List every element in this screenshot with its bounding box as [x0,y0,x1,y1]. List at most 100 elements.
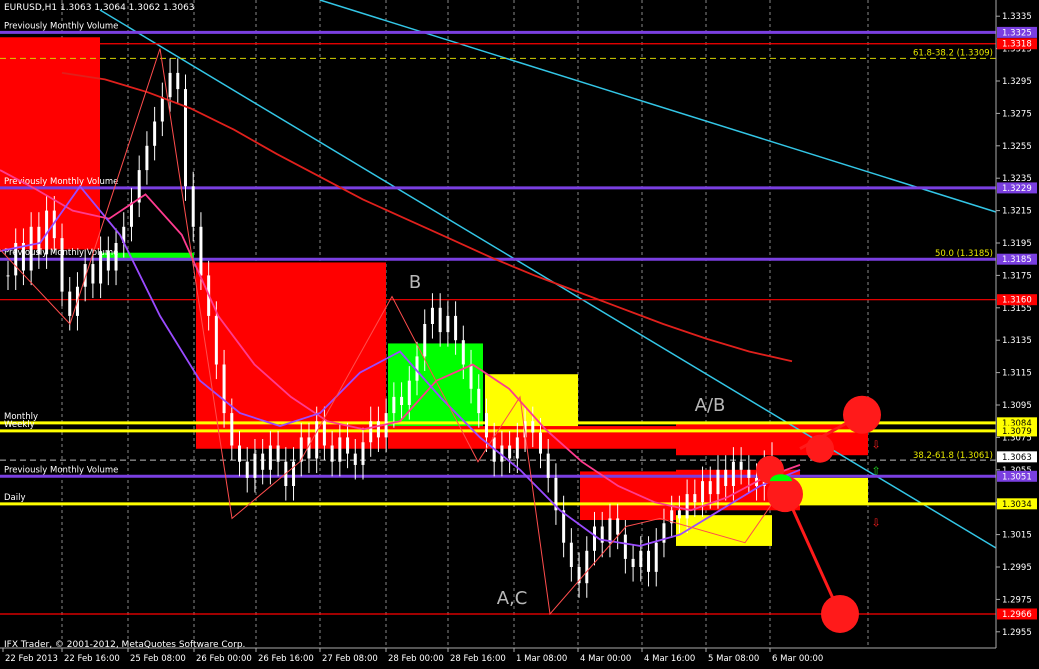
candle-body [469,364,473,389]
target-circle [821,594,859,633]
down-arrow-icon: ⇩ [871,517,880,530]
candle-body [338,437,342,462]
candle-body [199,226,203,276]
y-tick-label: 1.2955 [1002,628,1032,638]
candle-body [654,542,658,572]
candle-body [353,453,357,465]
price-level-label: Previously Monthly Volume [4,465,118,475]
candle-body [160,97,164,122]
candle-body [446,315,450,333]
price-chart[interactable]: 22 Feb 2013 22 Feb 16:00 25 Feb 08:00 26 Fe… [0,0,1039,669]
price-level-label: Previously Monthly Volume [4,21,118,31]
candle-body [222,364,226,414]
y-tick-label: 1.2975 [1002,595,1032,605]
y-tick-label: 1.3335 [1002,12,1032,22]
y-tick-label: 1.3095 [1002,401,1032,411]
candle-body [315,421,319,459]
x-tick-label: 1 Mar 08:00 [516,654,567,664]
y-tick-label: 1.3015 [1002,531,1032,541]
candle-body [747,469,751,478]
candle-body [739,461,743,470]
candle-body [238,445,242,462]
x-tick-label: 27 Feb 08:00 [322,654,378,664]
y-tick-label: 1.2995 [1002,563,1032,573]
candle-body [145,145,149,171]
candle-body [623,534,627,559]
up-arrow-icon: ⇧ [871,465,880,478]
candle-body [616,518,620,535]
x-tick-label: 22 Feb 16:00 [64,654,120,664]
zone-box [0,37,100,250]
candle-body [153,121,157,146]
candle-body [716,469,720,495]
price-tag-label: 1.2966 [1002,610,1032,620]
wave-label: A/B [695,395,726,416]
candle-body [99,251,103,284]
price-tag-label: 1.3185 [1002,255,1032,265]
candle-body [292,461,296,486]
price-tag-label: 1.3160 [1002,296,1032,306]
candle-body [268,445,272,470]
x-tick-label: 5 Mar 08:00 [708,654,759,664]
candle-body [6,275,10,277]
candle-body [531,421,535,433]
candle-body [430,307,434,324]
candle-body [423,324,427,357]
candle-body [106,251,110,271]
price-level-label: Weekly [4,420,35,430]
candle-body [129,202,133,227]
target-circle [806,434,834,463]
candle-body [724,469,728,486]
candle-body [369,421,373,443]
candle-body [454,315,458,341]
y-tick-label: 1.3255 [1002,142,1032,152]
x-tick-label: 28 Feb 16:00 [450,654,506,664]
candle-body [608,518,612,543]
chart-header: EURUSD,H1 1.3063 1.3064 1.3062 1.3063 [4,3,195,13]
candle-body [685,494,689,519]
candle-body [639,550,643,567]
candle-body [508,445,512,459]
candle-body [176,72,180,90]
target-circle [843,395,881,434]
candle-body [631,558,635,567]
candle-body [477,388,481,414]
candle-body [708,481,712,495]
candle-body [731,461,735,486]
candle-body [168,72,172,98]
price-tag-label: 1.3079 [1002,427,1032,437]
candle-body [585,550,589,584]
candle-body [647,550,651,572]
price-level-label: Daily [4,493,26,503]
candle-body [361,442,365,465]
candle-body [693,494,697,503]
x-tick-label: 25 Feb 08:00 [130,654,186,664]
candle-body [461,340,465,365]
zone-box [676,515,772,546]
x-tick-label: 4 Mar 16:00 [644,654,695,664]
candle-body [276,445,280,462]
x-tick-label: 6 Mar 00:00 [772,654,823,664]
candle-body [346,437,350,454]
candle-body [515,437,519,459]
current-price-label: 1.3063 [1002,453,1032,463]
candle-body [183,89,187,187]
y-tick-label: 1.3135 [1002,336,1032,346]
fibonacci-label: 50.0 (1.3185) [935,249,993,259]
y-tick-label: 1.3295 [1002,77,1032,87]
candle-body [253,453,257,478]
candle-body [214,315,218,365]
candle-body [29,226,33,271]
y-tick-label: 1.3275 [1002,109,1032,119]
candle-body [37,226,41,255]
copyright-text: IFX Trader, © 2001-2012, MetaQuotes Soft… [4,640,246,650]
candle-body [438,307,442,333]
candle-body [191,186,195,227]
candle-body [60,238,64,292]
x-tick-label: 26 Feb 00:00 [196,654,252,664]
x-tick-label: 28 Feb 00:00 [388,654,444,664]
y-tick-label: 1.3175 [1002,271,1032,281]
price-tag-label: 1.3318 [1002,40,1032,50]
candle-body [91,264,95,284]
x-tick-label: 26 Feb 16:00 [258,654,314,664]
